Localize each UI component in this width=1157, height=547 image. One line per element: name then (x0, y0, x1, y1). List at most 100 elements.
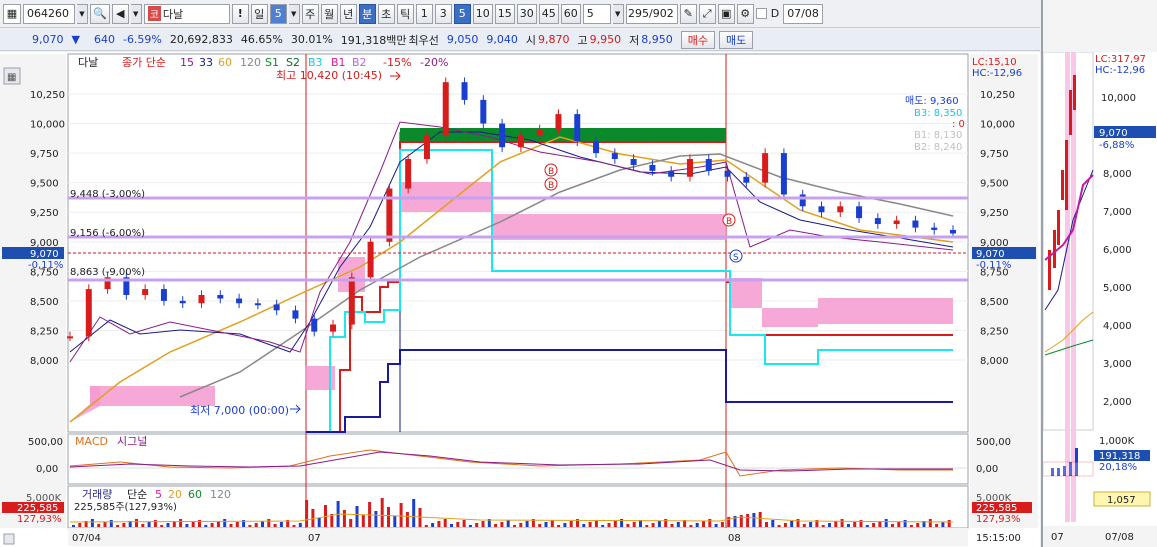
y-tick-left: 10,000 (30, 120, 65, 131)
volume-bar (261, 521, 264, 527)
chevron-down-icon[interactable]: ▼ (77, 3, 88, 24)
high-label: 고 (577, 33, 588, 47)
interval-45[interactable]: 45 (538, 3, 559, 24)
speaker-icon[interactable]: ◀ (111, 3, 129, 24)
volume-bar (670, 524, 674, 527)
stock-name-field[interactable]: 코 다날 (143, 3, 230, 24)
volume-bar (594, 520, 598, 527)
stock-code-input[interactable]: 064260 (23, 3, 75, 24)
volume-bar (891, 524, 894, 527)
volume-bar (216, 521, 220, 527)
candle-body (724, 170, 731, 177)
low-label: 저 (629, 33, 640, 47)
side-vol-tag-text: 191,318 (1099, 451, 1140, 462)
period-year[interactable]: 년 (339, 3, 357, 24)
volume-bar (191, 522, 195, 527)
volume-bar (267, 519, 271, 527)
side-chart-svg[interactable]: LC:317,97 HC:-12,96 10,000 8,000 7,000 6… (1042, 0, 1157, 547)
side-vol-pct: 20,18% (1099, 462, 1137, 473)
volume-bar (147, 522, 151, 527)
volume-bar (305, 500, 309, 527)
volume-bar (916, 523, 920, 527)
chart-area[interactable]: ▦ 10,250 10,250 10,000 10,000 9,750 9,750 9,50… (0, 52, 1040, 547)
period-week[interactable]: 주 (301, 3, 319, 24)
volume-bar (582, 524, 586, 527)
side-candle (1061, 170, 1064, 200)
chevron-down-icon[interactable]: ▼ (130, 3, 142, 24)
macd-label: MACD (75, 435, 108, 448)
volume-label: 거래량 (82, 488, 112, 501)
interval-5[interactable]: 5 (453, 3, 471, 24)
interval-60[interactable]: 60 (560, 3, 581, 24)
tools-icon[interactable]: ✎ (679, 3, 697, 24)
volume-bar (412, 499, 416, 527)
low-price: 8,950 (641, 33, 673, 46)
candle-body (292, 310, 299, 319)
volume-bar (443, 519, 447, 527)
chevron-down-icon[interactable]: ▼ (612, 3, 624, 24)
volume-bar (481, 521, 485, 527)
candle-body (649, 164, 656, 171)
legend-ma120: 120 (240, 56, 261, 69)
volume-bar (141, 524, 145, 527)
gear-icon[interactable]: ⚙ (736, 3, 754, 24)
interval-1[interactable]: 1 (415, 3, 433, 24)
legend-b1: B1 (331, 56, 346, 69)
price-chart-svg[interactable]: ▦ 10,250 10,250 10,000 10,000 9,750 9,750 9,50… (0, 52, 1040, 547)
y-tick-left: 8,250 (30, 326, 59, 337)
side-header (1043, 0, 1157, 52)
volume-bar (720, 522, 724, 527)
candle-body (799, 194, 806, 207)
candle-body (611, 153, 618, 160)
trade-amount: 191,318백만 (340, 33, 407, 47)
side-tick-2000: 2,000 (1103, 397, 1132, 408)
volume-bar (928, 519, 932, 527)
save-icon[interactable]: ▣ (717, 3, 735, 24)
current-price: 9,070 (32, 33, 64, 46)
volume-bar (166, 523, 170, 527)
chevron-down-icon[interactable]: ▼ (288, 3, 300, 24)
candle-body (330, 324, 337, 332)
right-price-pct: -0,11% (976, 260, 1011, 271)
y-tick-left: 8,000 (30, 356, 59, 367)
x-axis (68, 528, 968, 546)
period-minute[interactable]: 분 (358, 3, 376, 24)
interval-30[interactable]: 30 (516, 3, 537, 24)
period-tick[interactable]: 틱 (396, 3, 414, 24)
candle-body (705, 159, 712, 171)
y-tick-left: 10,250 (30, 90, 65, 101)
search-icon[interactable]: 🔍 (90, 3, 110, 24)
y-tick-left: 9,250 (30, 208, 59, 219)
candle-body (517, 135, 524, 148)
volume-pct-right: 127,93% (976, 514, 1021, 525)
band-minus3-label: 9,448 (-3,00%) (70, 189, 145, 200)
volume-bar (349, 519, 353, 527)
volume-value: 20,692,833 (169, 33, 233, 46)
volume-bar (708, 519, 712, 527)
crosshair-icon[interactable]: ⤢ (698, 3, 716, 24)
chart-type-icon[interactable]: ▦ (3, 3, 21, 24)
market-tag: 코 (147, 6, 161, 21)
volume-bar (254, 523, 258, 527)
legend-close-ma: 종가 단순 (122, 56, 166, 69)
candle-body (893, 220, 900, 225)
volume-bar (695, 523, 699, 527)
best-bid-label: 최우선 (408, 33, 439, 47)
interval-3[interactable]: 3 (434, 3, 452, 24)
side-mini-chart[interactable]: LC:317,97 HC:-12,96 10,000 8,000 7,000 6… (1041, 0, 1157, 547)
date-checkbox[interactable] (755, 8, 767, 19)
count-input[interactable]: 5 (582, 3, 611, 24)
y-tick-right: 9,750 (980, 149, 1009, 160)
sell-button[interactable]: 매도 (719, 30, 754, 49)
buy-button[interactable]: 매수 (680, 30, 716, 49)
period-second[interactable]: 초 (377, 3, 395, 24)
date-input[interactable]: 07/08 (783, 3, 824, 24)
interval-10[interactable]: 10 (472, 3, 493, 24)
interval-15[interactable]: 15 (494, 3, 515, 24)
alert-button[interactable]: ! (231, 3, 249, 24)
period-day[interactable]: 일 (250, 3, 268, 24)
period-number[interactable]: 5 (269, 3, 287, 24)
volume-bar (235, 522, 239, 527)
scroll-left-icon[interactable] (3, 533, 15, 545)
period-month[interactable]: 월 (320, 3, 338, 24)
